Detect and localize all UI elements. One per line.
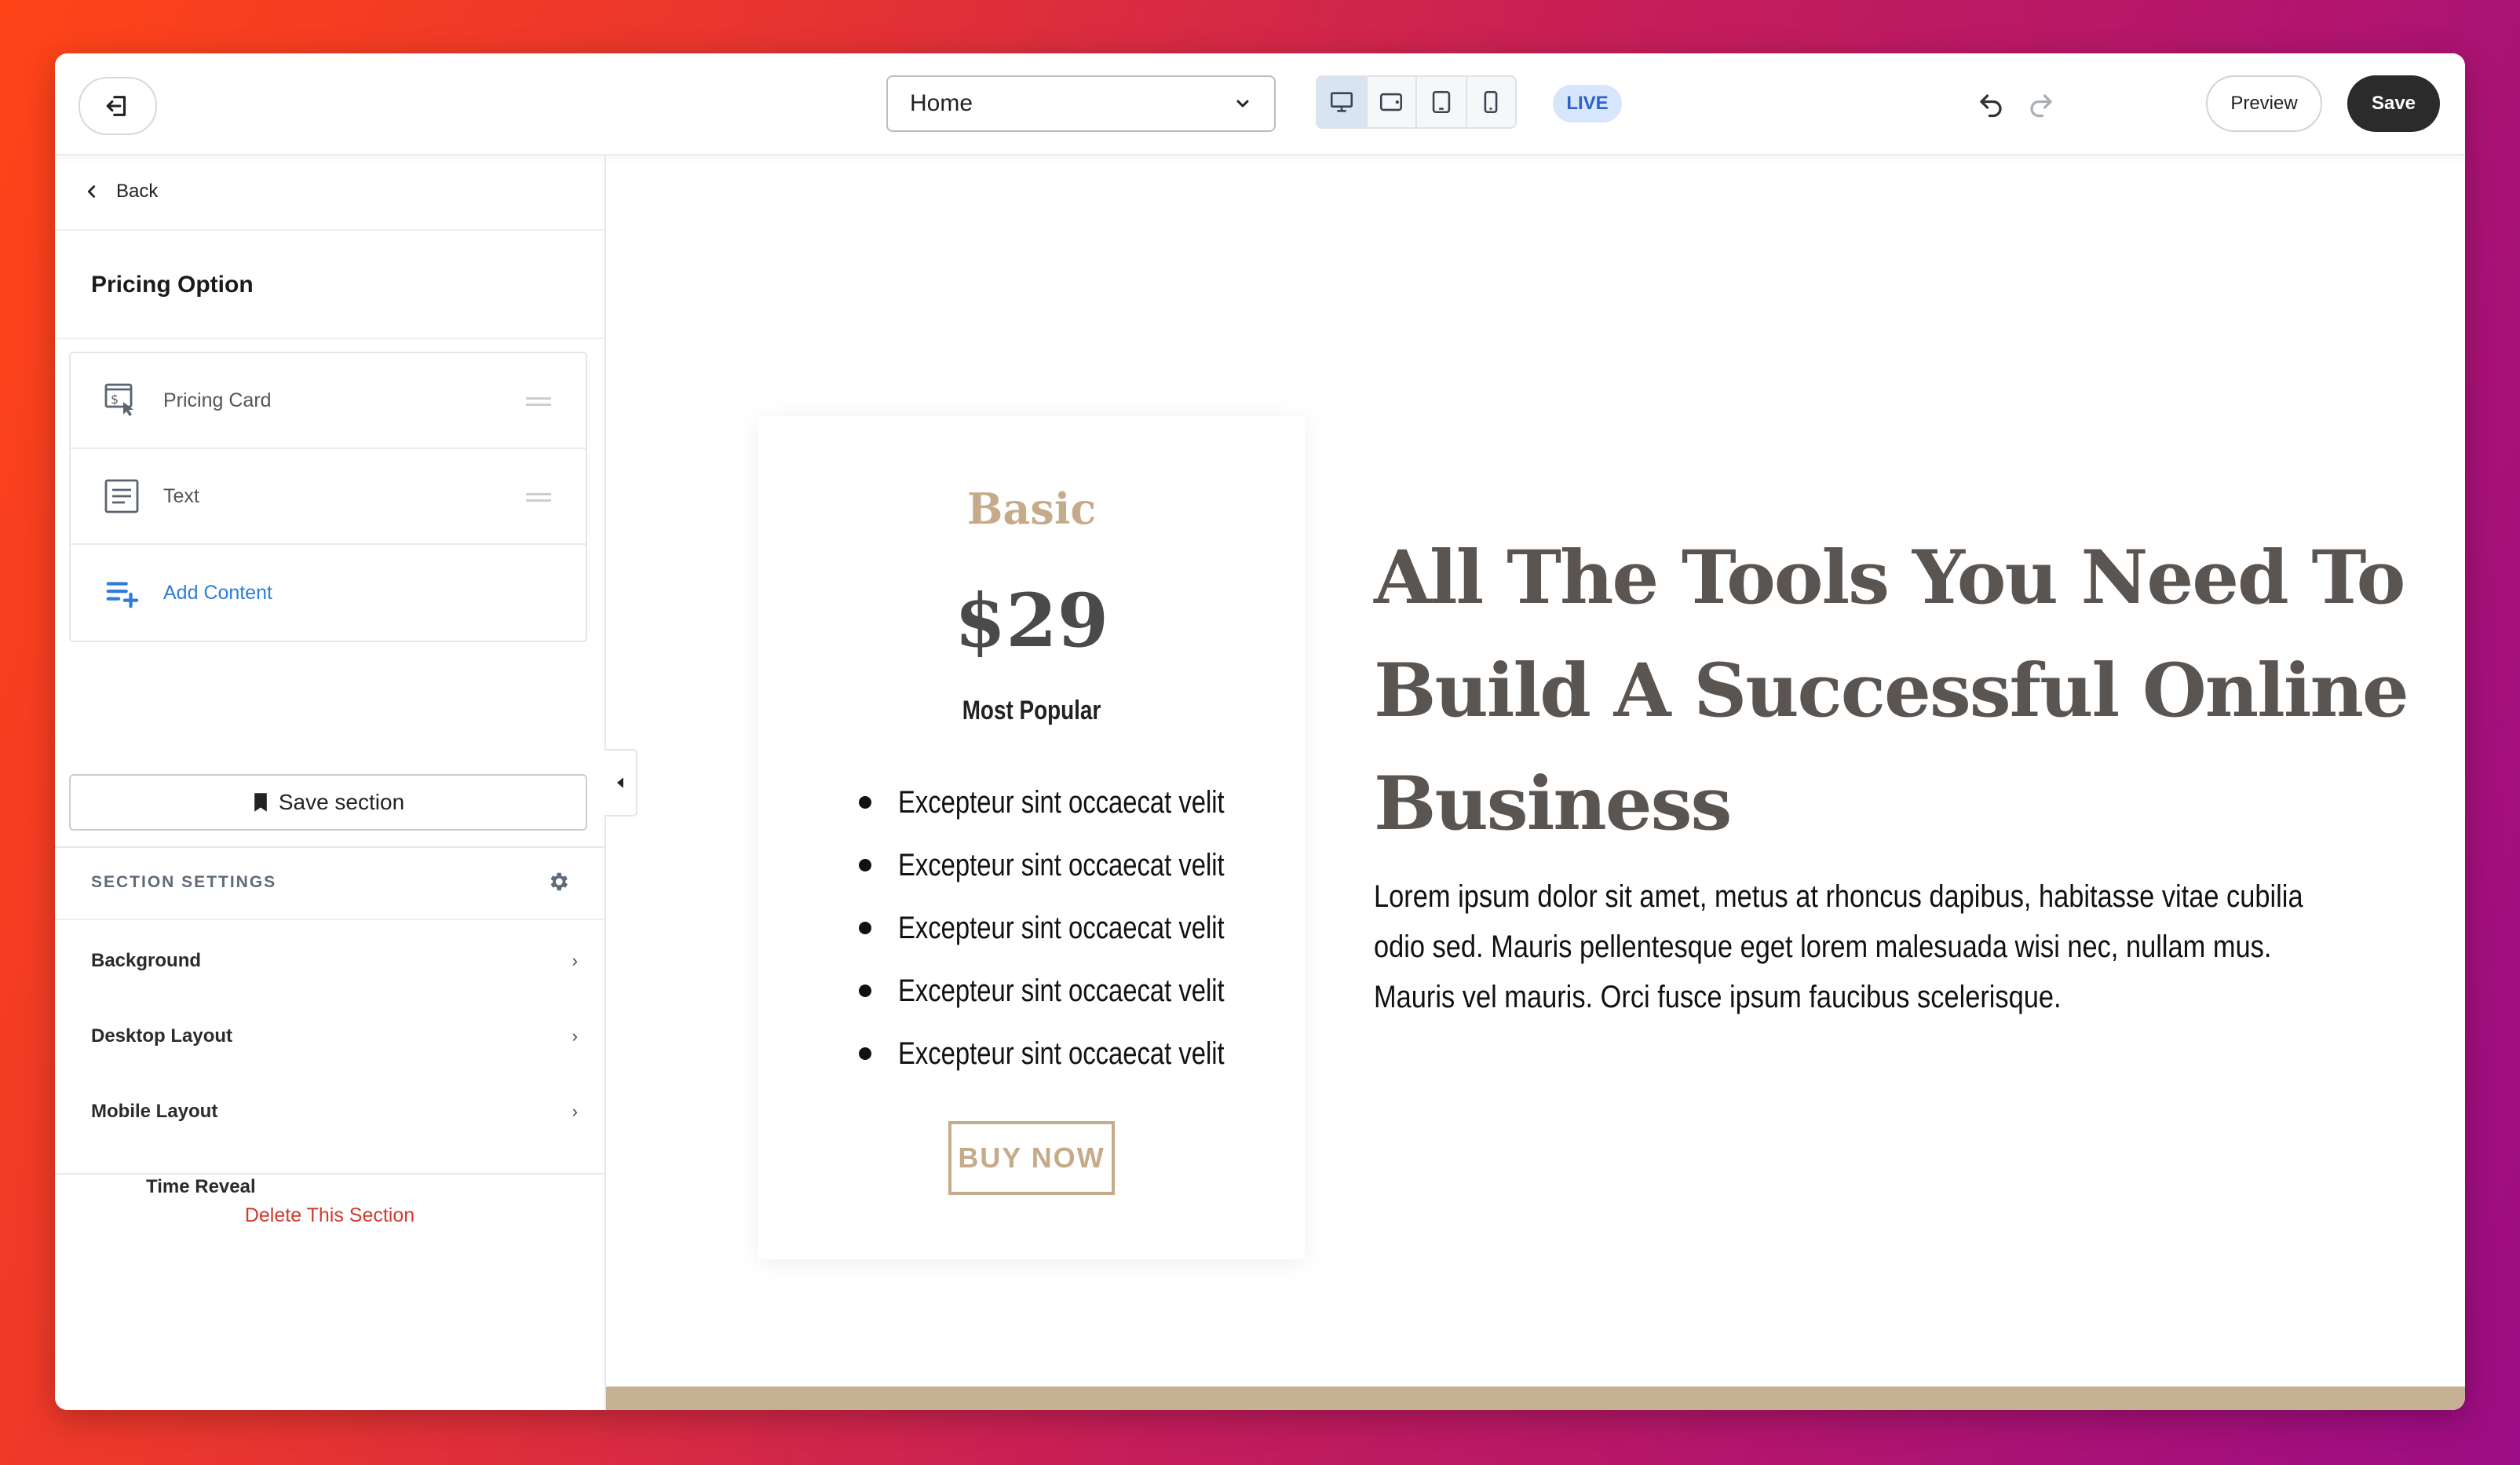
divider: [55, 846, 604, 848]
page-select[interactable]: Home: [886, 75, 1276, 132]
tablet-landscape-icon: [1380, 93, 1403, 111]
feature-text: Excepteur sint occaecat velit: [898, 973, 1225, 1008]
divider: [55, 919, 604, 920]
back-link[interactable]: Back: [55, 154, 604, 231]
feature-text: Excepteur sint occaecat velit: [898, 910, 1225, 945]
editor-window: Home LIVE Preview Save Back Pricing Opti…: [55, 53, 2465, 1410]
section-settings-gear-button[interactable]: [546, 870, 570, 893]
list-item: Excepteur sint occaecat velit: [859, 959, 1267, 1022]
feature-text: Excepteur sint occaecat velit: [898, 784, 1225, 820]
exit-editor-button[interactable]: [79, 77, 157, 135]
exit-icon: [106, 96, 126, 116]
back-label: Back: [116, 181, 159, 202]
bullet-icon: [859, 859, 871, 871]
top-toolbar: Home LIVE Preview Save: [55, 53, 2465, 155]
settings-row-label: Desktop Layout: [91, 1025, 233, 1047]
redo-button[interactable]: [2022, 86, 2060, 124]
content-item-text[interactable]: Text: [71, 449, 586, 545]
bullet-icon: [859, 796, 871, 809]
drag-handle-icon[interactable]: [526, 493, 551, 506]
bullet-icon: [859, 922, 871, 934]
section-content-list: $ Pricing Card Text Add Content: [69, 352, 587, 642]
settings-row-time-reveal[interactable]: Time Reveal ›: [146, 1171, 633, 1203]
bullet-icon: [859, 985, 871, 997]
collapse-sidebar-button[interactable]: [604, 749, 637, 817]
caret-left-icon: [617, 777, 623, 788]
list-item: Excepteur sint occaecat velit: [859, 771, 1267, 834]
list-item: Excepteur sint occaecat velit: [859, 834, 1267, 897]
add-content-label: Add Content: [163, 581, 272, 604]
add-content-icon: [106, 582, 139, 608]
undo-icon: [1980, 94, 2002, 118]
save-section-button[interactable]: Save section: [69, 774, 587, 831]
editor-sidebar: Back Pricing Option $ Pricing Card Text: [55, 154, 606, 1410]
pricing-price: $29: [954, 578, 1109, 664]
chevron-right-icon: ›: [572, 951, 578, 970]
desktop-view-button[interactable]: [1317, 77, 1368, 127]
buy-now-button[interactable]: BUY NOW: [948, 1121, 1115, 1195]
text-block-icon: [104, 479, 139, 513]
redo-icon: [2030, 94, 2052, 118]
settings-row-label: Time Reveal: [146, 1176, 256, 1197]
content-item-label: Text: [163, 484, 199, 507]
list-item: Excepteur sint occaecat velit: [859, 1022, 1267, 1085]
chevron-down-icon: [1236, 100, 1249, 108]
tablet-portrait-icon: [1432, 90, 1450, 114]
settings-row-mobile-layout[interactable]: Mobile Layout ›: [91, 1096, 578, 1127]
save-button[interactable]: Save: [2347, 75, 2440, 132]
feature-text: Excepteur sint occaecat velit: [898, 1036, 1225, 1071]
pricing-tier-name: Basic: [966, 484, 1097, 534]
chevron-left-icon: [87, 185, 96, 198]
settings-row-desktop-layout[interactable]: Desktop Layout ›: [91, 1021, 578, 1052]
section-headline[interactable]: All The Tools You Need To Build A Succes…: [1374, 521, 2410, 860]
tablet-landscape-view-button[interactable]: [1368, 77, 1417, 127]
page-select-value: Home: [910, 90, 973, 116]
bullet-icon: [859, 1047, 871, 1060]
live-status-badge: LIVE: [1553, 85, 1622, 122]
mobile-icon: [1484, 90, 1498, 114]
feature-text: Excepteur sint occaecat velit: [898, 847, 1225, 882]
gear-icon: [550, 872, 568, 891]
delete-section-link[interactable]: Delete This Section: [55, 1204, 604, 1227]
tablet-portrait-view-button[interactable]: [1417, 77, 1467, 127]
pricing-card-icon: $: [104, 383, 133, 416]
page-canvas: Basic $29 Most Popular Excepteur sint oc…: [606, 154, 2465, 1410]
list-item: Excepteur sint occaecat velit: [859, 897, 1267, 959]
pricing-tagline: Most Popular: [962, 696, 1101, 725]
content-item-label: Pricing Card: [163, 389, 272, 411]
svg-text:$: $: [111, 392, 119, 407]
chevron-right-icon: ›: [572, 1101, 578, 1121]
settings-row-label: Background: [91, 950, 202, 971]
undo-button[interactable]: [1972, 86, 2010, 124]
save-section-label: Save section: [278, 790, 405, 814]
mobile-view-button[interactable]: [1467, 77, 1516, 127]
settings-row-background[interactable]: Background ›: [91, 945, 578, 977]
panel-title: Pricing Option: [91, 272, 254, 298]
feature-list: Excepteur sint occaecat velit Excepteur …: [859, 771, 1267, 1085]
preview-button[interactable]: Preview: [2206, 75, 2322, 132]
next-section-edge: [606, 1386, 2465, 1410]
device-switcher: [1316, 75, 1517, 129]
content-item-pricing-card[interactable]: $ Pricing Card: [71, 353, 586, 449]
add-content-button[interactable]: Add Content: [71, 545, 586, 641]
drag-handle-icon[interactable]: [526, 397, 551, 410]
desktop-icon: [1330, 92, 1353, 112]
pricing-card[interactable]: Basic $29 Most Popular Excepteur sint oc…: [758, 416, 1305, 1259]
section-settings-heading: SECTION SETTINGS: [91, 873, 277, 891]
divider: [55, 338, 604, 339]
bookmark-icon: [254, 793, 267, 812]
chevron-right-icon: ›: [572, 1026, 578, 1046]
section-body-text[interactable]: Lorem ipsum dolor sit amet, metus at rho…: [1374, 871, 2319, 1022]
settings-row-label: Mobile Layout: [91, 1101, 218, 1122]
